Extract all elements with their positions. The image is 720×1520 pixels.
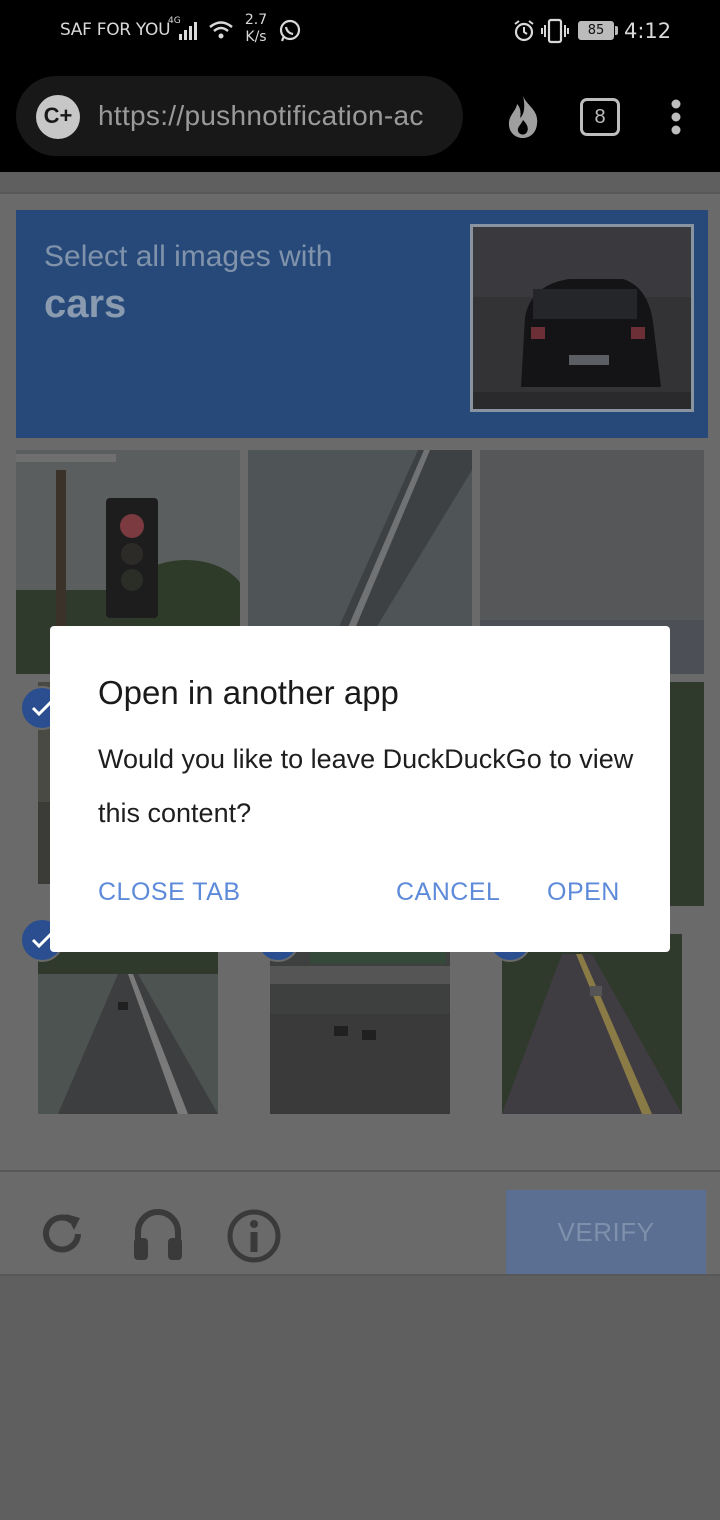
cancel-button[interactable]: CANCEL	[396, 878, 500, 907]
speed-unit: K/s	[245, 29, 267, 45]
network-speed: 2.7 K/s	[240, 12, 272, 46]
dialog-title: Open in another app	[98, 674, 399, 711]
tabs-button[interactable]: 8	[580, 98, 620, 136]
clock: 4:12	[624, 19, 672, 43]
verify-button[interactable]: VERIFY	[506, 1190, 706, 1274]
captcha-instruction: Select all images with	[44, 240, 333, 273]
vibrate-icon	[541, 18, 569, 49]
headphones-icon[interactable]	[132, 1206, 184, 1267]
info-icon[interactable]	[226, 1208, 282, 1269]
browser-toolbar: C+ https://pushnotification-ac 8	[0, 62, 720, 172]
captcha-tile-9[interactable]	[502, 934, 682, 1114]
duckduckgo-logo-icon[interactable]: C+	[36, 95, 80, 139]
open-button[interactable]: OPEN	[547, 878, 620, 907]
captcha-footer-divider	[0, 1170, 720, 1172]
sample-image-car	[470, 224, 694, 412]
dialog-message: Would you like to leave DuckDuckGo to vi…	[98, 744, 634, 828]
wifi-icon	[208, 19, 234, 46]
captcha-target: cars	[44, 282, 127, 326]
close-tab-button[interactable]: CLOSE TAB	[98, 878, 241, 907]
speed-value: 2.7	[244, 12, 268, 28]
captcha-header: Select all images with cars	[16, 210, 708, 438]
fire-icon[interactable]	[503, 94, 543, 145]
status-bar: SAF FOR YOU 4G 2.7 K/s 85 4:12	[0, 0, 720, 62]
overflow-menu-icon[interactable]	[668, 98, 684, 143]
reload-icon[interactable]	[38, 1210, 86, 1263]
address-bar[interactable]: C+ https://pushnotification-ac	[16, 76, 463, 156]
screen: SAF FOR YOU 4G 2.7 K/s 85 4:12 C+ https:…	[0, 0, 720, 1520]
open-in-app-dialog: Open in another app Would you like to le…	[50, 626, 670, 952]
carrier-name: SAF FOR YOU	[60, 20, 171, 40]
url-text[interactable]: https://pushnotification-ac	[98, 100, 454, 132]
captcha-tile-8[interactable]	[270, 934, 450, 1114]
captcha-tile-7[interactable]	[38, 934, 218, 1114]
battery-level: 85	[578, 21, 614, 40]
signal-icon	[178, 19, 202, 46]
battery-tip	[615, 26, 618, 35]
whatsapp-icon	[278, 19, 302, 48]
alarm-icon	[512, 19, 536, 48]
